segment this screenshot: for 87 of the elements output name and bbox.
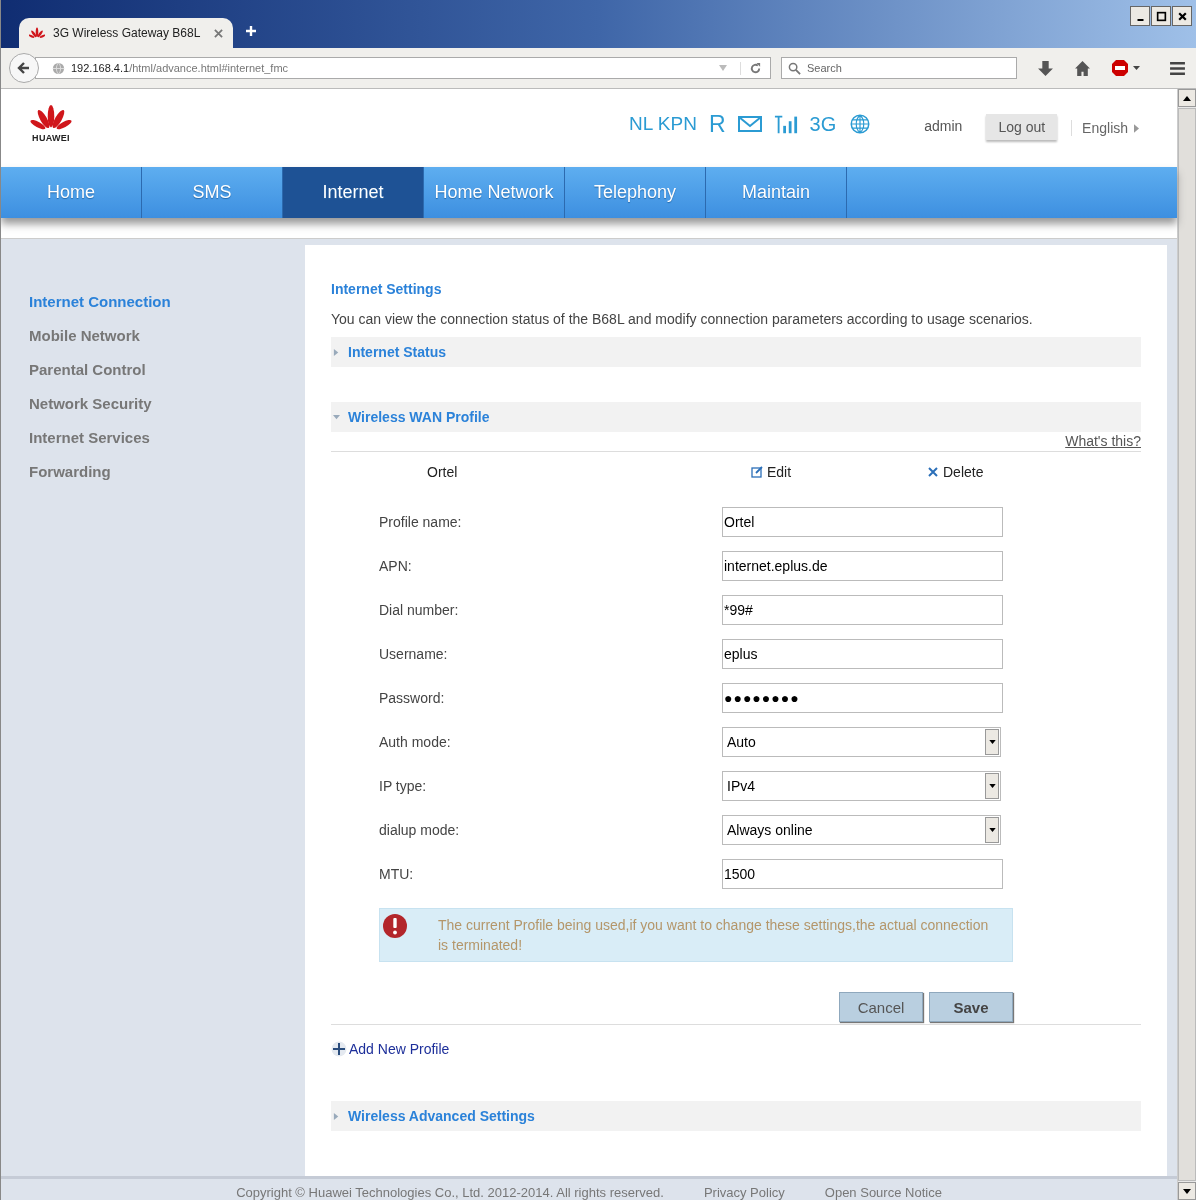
scrollbar[interactable] xyxy=(1177,89,1196,1200)
warning-text: The current Profile being used,if you want to change these settings,the actual connection is terminated! xyxy=(438,916,990,955)
input-field[interactable]: *99# xyxy=(722,595,1003,625)
password-field[interactable]: ●●●●●●●● xyxy=(722,683,1003,713)
caret-icon xyxy=(333,348,340,356)
sidebar-item[interactable]: Mobile Network xyxy=(29,327,305,344)
search-icon xyxy=(788,61,801,75)
envelope-icon[interactable] xyxy=(737,114,762,134)
caret-icon xyxy=(1134,123,1140,133)
section-header[interactable]: Internet Status xyxy=(331,337,1141,367)
caret-icon xyxy=(988,740,996,744)
stop-sign-icon[interactable] xyxy=(1111,59,1141,77)
plus-icon[interactable] xyxy=(245,25,257,37)
language-selector[interactable]: English xyxy=(1071,120,1140,136)
field-label: dialup mode: xyxy=(379,822,461,838)
caret-icon xyxy=(988,784,996,788)
globe-icon xyxy=(52,61,65,75)
network-type: 3G xyxy=(809,112,837,136)
down-arrow-icon[interactable] xyxy=(1183,1188,1191,1194)
download-icon[interactable] xyxy=(1037,59,1054,77)
sidebar-item[interactable]: Internet Connection xyxy=(29,293,305,310)
section-header[interactable]: Wireless WAN Profile xyxy=(331,402,1141,432)
caret-icon xyxy=(333,1112,340,1120)
address-bar[interactable]: 192.168.4.1/html/advance.html#internet_fmc xyxy=(35,57,771,79)
input-field[interactable]: eplus xyxy=(722,639,1003,669)
plus-icon xyxy=(331,1041,347,1057)
close-icon xyxy=(927,466,939,478)
field-label: Username: xyxy=(379,646,449,662)
footer-link[interactable]: Open Source Notice xyxy=(824,1185,942,1200)
field-label: MTU: xyxy=(379,866,415,882)
sidebar-item[interactable]: Internet Services xyxy=(29,429,305,446)
minimize-icon xyxy=(1136,19,1144,21)
close-icon[interactable] xyxy=(214,28,223,38)
exclamation-icon xyxy=(382,913,408,939)
maximize-icon xyxy=(1155,10,1167,22)
input-field[interactable]: internet.eplus.de xyxy=(722,551,1003,581)
close-icon xyxy=(1176,10,1188,22)
help-link[interactable]: What's this? xyxy=(1065,433,1141,449)
dropdown[interactable]: Always online xyxy=(722,815,1001,845)
input-field[interactable]: Ortel xyxy=(722,507,1003,537)
username: admin xyxy=(924,118,963,134)
description: You can view the connection status of the B68L and modify connection parameters according to usage scenarios. xyxy=(331,311,1034,327)
profile-name: Ortel xyxy=(427,464,459,480)
back-arrow-icon xyxy=(17,61,31,75)
sidebar-item[interactable]: Parental Control xyxy=(29,361,305,378)
caret-icon xyxy=(988,828,996,832)
close-button[interactable] xyxy=(1172,6,1192,26)
nav-tab[interactable]: Internet xyxy=(283,167,424,218)
section-title: Internet Settings xyxy=(331,281,443,297)
brand-name: HUAWEI xyxy=(32,133,70,143)
cancel-button[interactable]: Cancel xyxy=(839,992,923,1022)
field-label: Profile name: xyxy=(379,514,463,530)
sidebar-item[interactable]: Network Security xyxy=(29,395,305,412)
signal-icon xyxy=(773,114,798,134)
operator-name: NL KPN xyxy=(629,113,697,135)
sidebar-item[interactable]: Forwarding xyxy=(29,463,305,480)
dropdown[interactable]: Auto xyxy=(722,727,1001,757)
field-label: Auth mode: xyxy=(379,734,452,750)
up-arrow-icon[interactable] xyxy=(1183,95,1191,101)
menu-icon[interactable] xyxy=(1169,59,1186,77)
field-label: Dial number: xyxy=(379,602,460,618)
logout-button[interactable]: Log out xyxy=(986,114,1058,140)
maximize-button[interactable] xyxy=(1151,6,1171,26)
edit-link[interactable]: Edit xyxy=(751,464,927,480)
minimize-button[interactable] xyxy=(1130,6,1150,26)
tab-title: 3G Wireless Gateway B68L xyxy=(53,26,201,40)
flower-logo-icon xyxy=(29,27,45,39)
caret-icon xyxy=(333,413,340,421)
footer-link[interactable]: Privacy Policy xyxy=(703,1185,785,1200)
url-text: 192.168.4.1/html/advance.html#internet_fmc xyxy=(71,62,290,74)
roaming-indicator: R xyxy=(708,110,726,138)
dropdown[interactable]: IPv4 xyxy=(722,771,1001,801)
field-label: APN: xyxy=(379,558,413,574)
reload-icon[interactable] xyxy=(740,61,762,75)
save-button[interactable]: Save xyxy=(929,992,1013,1022)
field-label: IP type: xyxy=(379,778,428,794)
copyright-text: Copyright © Huawei Technologies Co., Ltd. 2012-2014. All rights reserved. xyxy=(236,1185,664,1200)
edit-icon xyxy=(751,466,763,478)
input-field[interactable]: 1500 xyxy=(722,859,1003,889)
back-button[interactable] xyxy=(9,53,39,83)
browser-tab[interactable]: 3G Wireless Gateway B68L xyxy=(19,18,233,48)
add-profile-link[interactable]: Add New Profile xyxy=(349,1041,450,1057)
home-icon[interactable] xyxy=(1074,59,1091,77)
field-label: Password: xyxy=(379,690,446,706)
delete-link[interactable]: Delete xyxy=(927,464,984,480)
section-header[interactable]: Wireless Advanced Settings xyxy=(331,1101,1141,1131)
search-field[interactable]: Search xyxy=(781,57,1017,79)
